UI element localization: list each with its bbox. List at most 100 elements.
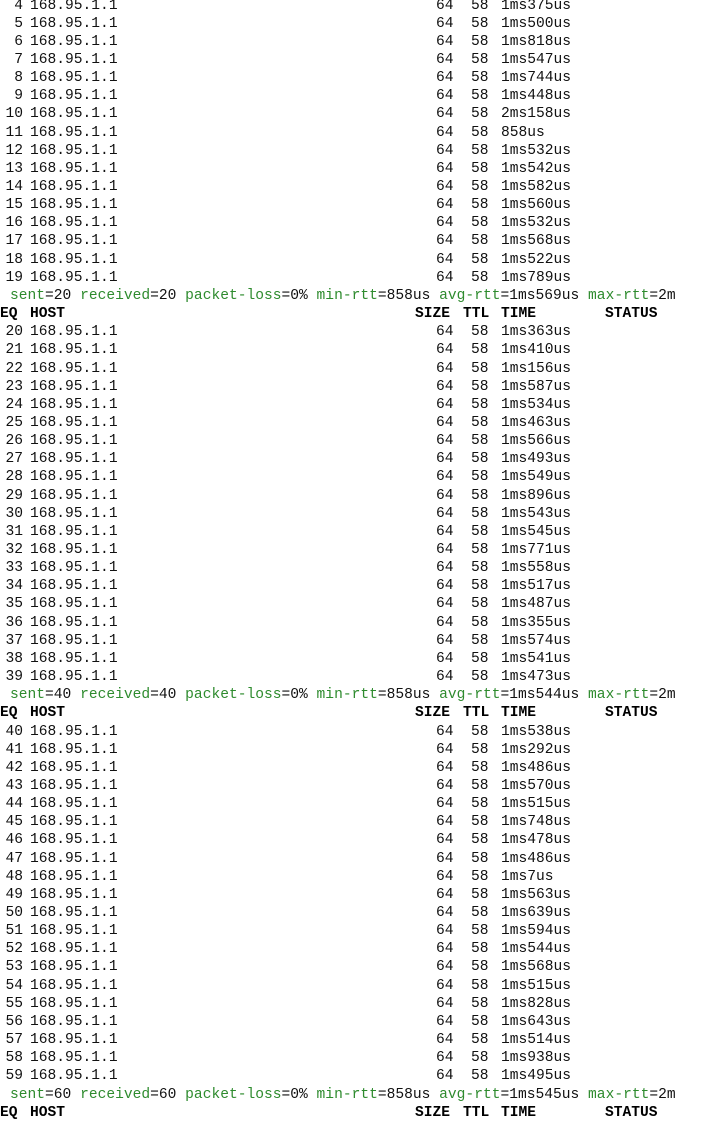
summary-key: max-rtt [579,687,650,704]
seq-cell: 38 [0,650,23,668]
time-value: 1ms643us [501,1013,572,1030]
summary-key: packet-loss [176,287,282,304]
size-value: 64 [436,759,454,776]
host-value: 168.95.1.1 [30,614,118,631]
seq-cell: 56 [0,1013,23,1031]
header-time: TIME [501,306,537,323]
time-value: 1ms534us [501,396,572,413]
host-value: 168.95.1.1 [30,650,118,667]
size-value: 64 [436,269,454,286]
seq-value: 55 [5,995,23,1012]
ttl-value: 58 [471,1032,489,1049]
seq-cell: 53 [0,958,23,976]
seq-value: 21 [5,342,23,359]
host-value: 168.95.1.1 [30,868,118,885]
summary-key: avg-rtt [430,1086,501,1103]
size-value: 64 [436,650,454,667]
ttl-value: 58 [471,414,489,431]
host-value: 168.95.1.1 [30,124,118,141]
seq-cell: 42 [0,759,23,777]
size-value: 64 [436,523,454,540]
time-value: 1ms517us [501,578,572,595]
seq-value: 52 [5,941,23,958]
size-value: 64 [436,15,454,32]
seq-value: 24 [5,396,23,413]
host-value: 168.95.1.1 [30,505,118,522]
header-seq: EQ [0,1104,18,1121]
time-value: 1ms486us [501,759,572,776]
seq-value: 23 [5,378,23,395]
ttl-value: 58 [471,106,489,123]
size-value: 64 [436,215,454,232]
seq-value: 39 [5,669,23,686]
seq-cell: 41 [0,741,23,759]
time-value: 1ms538us [501,723,572,740]
time-value: 858us [501,124,545,141]
seq-value: 11 [5,124,23,141]
ttl-value: 58 [471,251,489,268]
host-value: 168.95.1.1 [30,1032,118,1049]
size-value: 64 [436,723,454,740]
header-status: STATUS [605,1104,658,1121]
ttl-value: 58 [471,959,489,976]
time-value: 1ms568us [501,233,572,250]
seq-value: 54 [5,977,23,994]
seq-cell: 15 [0,196,23,214]
size-value: 64 [436,995,454,1012]
seq-value: 49 [5,886,23,903]
seq-cell: 9 [0,87,23,105]
time-value: 1ms748us [501,814,572,831]
summary-value: =1ms545us [500,1086,580,1103]
host-value: 168.95.1.1 [30,977,118,994]
seq-cell: 5 [0,15,23,33]
time-value: 1ms542us [501,160,572,177]
seq-value: 13 [5,160,23,177]
host-value: 168.95.1.1 [30,796,118,813]
header-ttl: TTL [463,705,490,722]
size-value: 64 [436,124,454,141]
seq-cell: 8 [0,69,23,87]
time-value: 1ms375us [501,0,572,14]
seq-value: 46 [5,832,23,849]
ttl-value: 58 [471,923,489,940]
time-value: 1ms594us [501,923,572,940]
time-value: 1ms744us [501,70,572,87]
summary-text: sent=20 received=20 packet-loss=0% min-r… [10,287,676,305]
time-value: 1ms574us [501,632,572,649]
ttl-value: 58 [471,33,489,50]
seq-cell: 31 [0,523,23,541]
size-value: 64 [436,342,454,359]
time-value: 1ms487us [501,596,572,613]
ttl-value: 58 [471,941,489,958]
time-value: 1ms570us [501,777,572,794]
size-value: 64 [436,959,454,976]
seq-cell: 35 [0,595,23,613]
seq-cell: 14 [0,178,23,196]
host-value: 168.95.1.1 [30,269,118,286]
host-value: 168.95.1.1 [30,487,118,504]
time-value: 1ms938us [501,1050,572,1067]
seq-value: 42 [5,759,23,776]
header-seq: EQ [0,705,18,722]
seq-cell: 6 [0,33,23,51]
host-value: 168.95.1.1 [30,905,118,921]
size-value: 64 [436,324,454,341]
seq-cell: 44 [0,795,23,813]
time-value: 1ms541us [501,650,572,667]
host-value: 168.95.1.1 [30,70,118,87]
ttl-value: 58 [471,542,489,558]
host-value: 168.95.1.1 [30,1013,118,1030]
summary-value: =2m [649,1086,676,1103]
seq-cell: 30 [0,505,23,523]
seq-value: 7 [14,51,23,68]
header-host: HOST [30,306,66,323]
seq-cell: 58 [0,1049,23,1067]
host-value: 168.95.1.1 [30,360,118,377]
host-value: 168.95.1.1 [30,396,118,413]
seq-cell: 22 [0,360,23,378]
host-value: 168.95.1.1 [30,451,118,468]
seq-value: 30 [5,505,23,522]
ttl-value: 58 [471,560,489,577]
summary-key: received [71,287,151,304]
host-value: 168.95.1.1 [30,88,118,105]
